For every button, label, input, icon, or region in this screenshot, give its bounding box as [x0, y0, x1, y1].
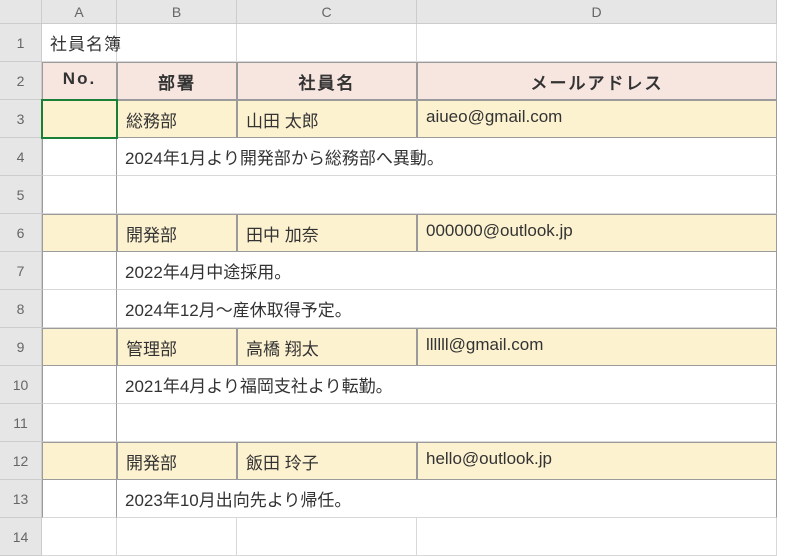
header-no[interactable]: No.	[42, 62, 117, 100]
col-header-b[interactable]: B	[117, 0, 237, 24]
row-header-8[interactable]: 8	[0, 290, 42, 328]
cell[interactable]	[42, 290, 117, 328]
title-cell[interactable]: 社員名簿	[42, 24, 117, 62]
cell[interactable]	[417, 24, 777, 62]
row-header-5[interactable]: 5	[0, 176, 42, 214]
cell[interactable]	[117, 24, 237, 62]
cell[interactable]	[42, 176, 117, 214]
row-header-14[interactable]: 14	[0, 518, 42, 556]
corner-cell[interactable]	[0, 0, 42, 24]
spreadsheet[interactable]: A B C D 1 社員名簿 2 No. 部署 社員名 メールアドレス 3 総務…	[0, 0, 796, 556]
name-cell[interactable]: 高橋 翔太	[237, 328, 417, 366]
row-header-13[interactable]: 13	[0, 480, 42, 518]
row-header-9[interactable]: 9	[0, 328, 42, 366]
row-header-2[interactable]: 2	[0, 62, 42, 100]
col-header-a[interactable]: A	[42, 0, 117, 24]
cell[interactable]	[42, 366, 117, 404]
row-header-11[interactable]: 11	[0, 404, 42, 442]
row-header-4[interactable]: 4	[0, 138, 42, 176]
col-header-c[interactable]: C	[237, 0, 417, 24]
dept-cell[interactable]: 総務部	[117, 100, 237, 138]
email-cell[interactable]: aiueo@gmail.com	[417, 100, 777, 138]
cell[interactable]	[117, 176, 777, 214]
dept-cell[interactable]: 開発部	[117, 442, 237, 480]
row-header-10[interactable]: 10	[0, 366, 42, 404]
header-dept[interactable]: 部署	[117, 62, 237, 100]
cell[interactable]	[237, 518, 417, 556]
cell[interactable]	[417, 518, 777, 556]
cell[interactable]	[42, 138, 117, 176]
email-cell[interactable]: 000000@outlook.jp	[417, 214, 777, 252]
dept-cell[interactable]: 開発部	[117, 214, 237, 252]
cell[interactable]	[42, 518, 117, 556]
note-cell[interactable]: 2024年12月～産休取得予定。	[117, 290, 777, 328]
cell[interactable]	[42, 480, 117, 518]
row-header-1[interactable]: 1	[0, 24, 42, 62]
cell[interactable]	[42, 404, 117, 442]
note-cell[interactable]: 2022年4月中途採用。	[117, 252, 777, 290]
col-header-d[interactable]: D	[417, 0, 777, 24]
row-header-3[interactable]: 3	[0, 100, 42, 138]
cell[interactable]	[117, 404, 777, 442]
note-cell[interactable]: 2024年1月より開発部から総務部へ異動。	[117, 138, 777, 176]
header-email[interactable]: メールアドレス	[417, 62, 777, 100]
note-cell[interactable]: 2021年4月より福岡支社より転勤。	[117, 366, 777, 404]
name-cell[interactable]: 田中 加奈	[237, 214, 417, 252]
name-cell[interactable]: 飯田 玲子	[237, 442, 417, 480]
cell[interactable]	[237, 24, 417, 62]
note-cell[interactable]: 2023年10月出向先より帰任。	[117, 480, 777, 518]
cell[interactable]	[42, 442, 117, 480]
name-cell[interactable]: 山田 太郎	[237, 100, 417, 138]
email-cell[interactable]: hello@outlook.jp	[417, 442, 777, 480]
header-name[interactable]: 社員名	[237, 62, 417, 100]
row-header-6[interactable]: 6	[0, 214, 42, 252]
dept-cell[interactable]: 管理部	[117, 328, 237, 366]
cell[interactable]	[42, 252, 117, 290]
cell[interactable]	[42, 214, 117, 252]
row-header-7[interactable]: 7	[0, 252, 42, 290]
row-header-12[interactable]: 12	[0, 442, 42, 480]
cell[interactable]	[117, 518, 237, 556]
selected-cell[interactable]	[42, 100, 117, 138]
email-cell[interactable]: llllll@gmail.com	[417, 328, 777, 366]
cell[interactable]	[42, 328, 117, 366]
